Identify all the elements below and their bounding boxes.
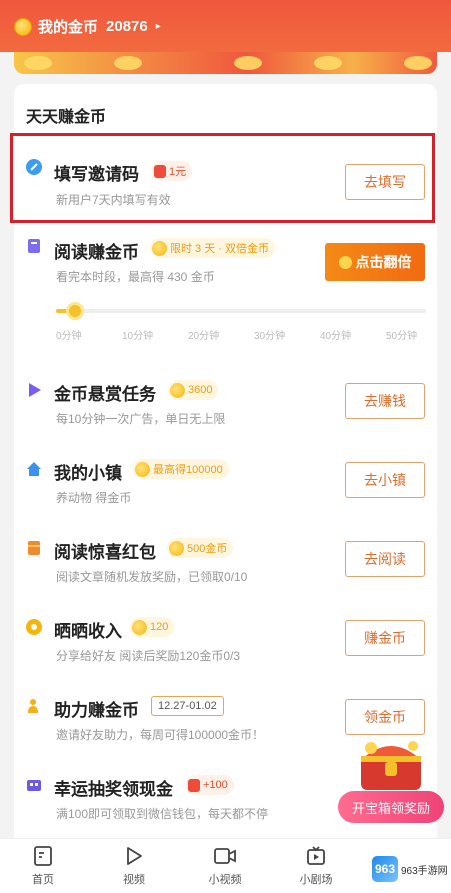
task-subtitle-surprise: 阅读文章随机发放奖励，已领取0/10 (56, 570, 248, 584)
task-title-helper: 助力赚金币 (54, 701, 139, 720)
reward-badge-surprise: 500金币 (167, 538, 234, 558)
reward-badge-lottery: +100 (186, 775, 234, 795)
coins-label: 我的金币 (38, 19, 99, 36)
watermark-logo: 963 (372, 856, 398, 882)
coin-icon (135, 461, 150, 477)
book-icon (28, 239, 40, 253)
tab-mini-drama[interactable]: 小剧场 (286, 845, 346, 887)
coin-icon (152, 240, 167, 256)
task-subtitle-share: 分享给好友 阅读后奖励120金币0/3 (56, 649, 241, 663)
chevron-right-icon: ▸ (155, 21, 161, 32)
task-subtitle-invite: 新用户7天内填写有效 (56, 193, 171, 207)
invite-code-icon (26, 159, 42, 175)
task-title-share: 晒晒收入 (54, 622, 122, 641)
coin-banner (14, 52, 437, 74)
coin-icon (132, 619, 147, 635)
task-subtitle-helper: 邀请好友助力，每周可得100000金币！ (56, 728, 265, 742)
coins-value: 20876 (106, 18, 148, 35)
reward-badge-share: 120 (130, 617, 175, 637)
section-title: 天天赚金币 (26, 109, 107, 126)
tab-video[interactable]: 视频 (104, 845, 164, 887)
coin-icon (14, 17, 32, 36)
red-packet-icon (28, 541, 40, 555)
mini-drama-icon (307, 846, 325, 865)
coin-icon (170, 382, 185, 398)
red-packet-badge-icon (154, 164, 166, 178)
task-title-invite: 填写邀请码 (54, 165, 139, 184)
progress-tick: 50分钟 (386, 331, 418, 342)
task-title-lottery: 幸运抽奖领现金 (54, 780, 173, 799)
task-title-surprise: 阅读惊喜红包 (54, 543, 156, 562)
task-subtitle-lottery: 满100即可领取到微信钱包，每天都不停 (56, 807, 269, 821)
progress-tick: 30分钟 (254, 331, 286, 342)
go-read-button[interactable]: 去阅读 (345, 541, 425, 577)
progress-tick: 0分钟 (56, 331, 82, 342)
tab-home[interactable]: 首页 (13, 845, 73, 887)
date-badge-helper: 12.27-01.02 (151, 696, 224, 716)
task-title-reading: 阅读赚金币 (54, 243, 139, 262)
reward-badge-reading: 限时 3 天 · 双倍金币 (150, 238, 276, 258)
site-watermark: 963 963手游网 (372, 852, 451, 886)
play-icon (29, 383, 41, 397)
red-packet-badge-icon (188, 778, 200, 792)
lottery-icon (27, 780, 41, 791)
header-bar: 我的金币 20876 ▸ (0, 0, 451, 52)
double-coins-button[interactable]: 点击翻倍 (325, 243, 425, 281)
video-icon (127, 847, 142, 865)
progress-tick: 40分钟 (320, 331, 352, 342)
share-icon (26, 619, 42, 635)
reward-badge-invite: 1元 (152, 161, 193, 181)
task-subtitle-reading: 看完本时段，最高得 430 金币 (56, 270, 215, 284)
go-town-button[interactable]: 去小镇 (345, 462, 425, 498)
earn-money-button[interactable]: 去赚钱 (345, 383, 425, 419)
earn-coins-button[interactable]: 赚金币 (345, 620, 425, 656)
fill-invite-button[interactable]: 去填写 (345, 164, 425, 200)
progress-knob (65, 302, 84, 320)
progress-tick: 10分钟 (122, 331, 154, 342)
reading-progress (56, 302, 426, 320)
open-chest-button[interactable]: 开宝箱领奖励 (338, 791, 444, 823)
task-title-town: 我的小镇 (54, 464, 122, 483)
tab-label-home: 首页 (32, 874, 54, 886)
my-coins-link[interactable]: 我的金币 20876 ▸ (14, 16, 161, 37)
tab-label-mini-drama: 小剧场 (299, 874, 333, 886)
treasure-chest-icon[interactable] (353, 732, 429, 794)
task-title-bounty: 金币悬赏任务 (54, 385, 156, 404)
progress-tick: 20分钟 (188, 331, 220, 342)
tab-label-video: 视频 (123, 874, 145, 886)
claim-coins-button[interactable]: 领金币 (345, 699, 425, 735)
reward-badge-bounty: 3600 (168, 380, 219, 400)
coin-icon (169, 540, 184, 556)
tab-label-short-video: 小视频 (208, 874, 242, 886)
coin-icon (338, 255, 352, 269)
watermark-text: 963手游网 (401, 865, 448, 877)
task-subtitle-bounty: 每10分钟一次广告，单日无上限 (56, 412, 226, 426)
home-icon (34, 846, 52, 866)
tab-short-video[interactable]: 小视频 (195, 845, 255, 887)
task-subtitle-town: 养动物 得金币 (56, 491, 132, 505)
reward-badge-town: 最高得100000 (133, 459, 229, 479)
house-icon (27, 462, 41, 476)
helper-icon (28, 699, 38, 713)
short-video-icon (214, 848, 236, 864)
